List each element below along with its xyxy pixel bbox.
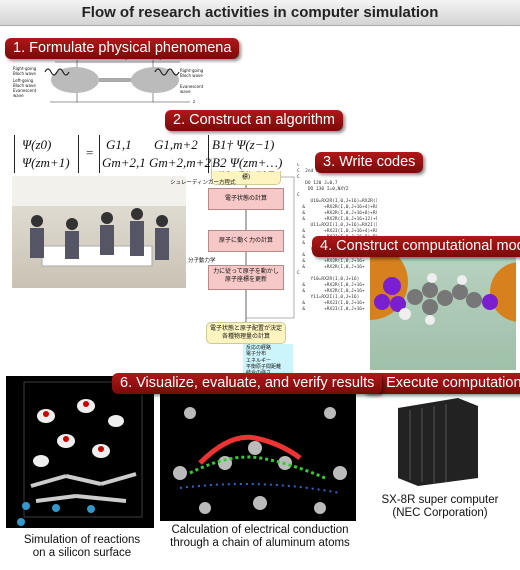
eq-g1m2: G1,m+2 (154, 137, 198, 152)
eq-lhs-bottom: Ψ(zm+1) (22, 155, 70, 170)
eq-g11: G1,1 (106, 137, 132, 152)
axis-z: z (193, 99, 196, 104)
right-label-2: Evanescent wave (180, 84, 204, 94)
conduction-illustration (173, 407, 347, 514)
molecular-model-image (370, 252, 516, 370)
silicon-caption: Simulation of reactions on a silicon sur… (23, 534, 141, 559)
flow-schrodinger: シュレーディンガー方程式 (170, 180, 236, 186)
equation: Ψ(z0) Ψ(zm+1) = G1,1 G1,m+2 Gm+2,1 Gm+2,… (14, 135, 304, 175)
supercomputer-illustration (398, 398, 478, 486)
algorithm-flowchart: 初期値の入力 (原子の種類、原子座標) シュレーディンガー方程式 電子状態の計算… (170, 150, 296, 378)
right-label-1: Right-going Bloch wave (180, 68, 204, 78)
step-6-label: 6. Visualize, evaluate, and verify resul… (112, 373, 383, 394)
eq-gm2m2: Gm+2,m+2 (149, 155, 211, 170)
left-label-3: Evanescent wave (13, 88, 37, 98)
step-1-label: 1. Formulate physical phenomena (5, 38, 240, 59)
flow-final: 電子状態と原子配置が決定 各種物理量の計算 (206, 322, 286, 344)
flow-move: 力に従って原子を動かし 原子座標を更新 (208, 265, 284, 290)
code-line: & +RX2I(I,0,J+16+ (297, 307, 365, 312)
step-2-label: 2. Construct an algorithm (165, 110, 343, 131)
supercomputer-caption: SX-8R super computer (NEC Corporation) (381, 494, 499, 519)
left-label-2: Left-going Bloch wave (13, 78, 36, 88)
physics-diagram: Left bulk Transition region Right bulk R… (5, 55, 205, 108)
flow-md: 分子動力学 (188, 258, 216, 264)
eq-gm21: Gm+2,1 (102, 155, 146, 170)
eq-lhs-top: Ψ(z0) (22, 137, 52, 152)
eq-rhs-top: B1† Ψ(z−1) (212, 137, 277, 153)
left-label-1: Right-going Bloch wave (13, 66, 37, 76)
flow-electronic: 電子状態の計算 (208, 188, 284, 210)
silicon-illustration (17, 381, 143, 526)
conduction-caption: Calculation of electrical conduction thr… (170, 524, 350, 549)
page-title: Flow of research activities in computer … (0, 0, 520, 26)
eq-rhs-bottom: B2 Ψ(zm+…) (212, 155, 285, 171)
flow-force: 原子に働く力の計算 (208, 230, 284, 252)
people-illustration (12, 176, 186, 267)
step-3-label: 3. Write codes (315, 152, 424, 173)
step-4-label: 4. Construct computational model (312, 236, 520, 257)
step-5-label: 5. Execute computation (362, 373, 520, 394)
silicon-surface-image (6, 376, 154, 528)
equals: = (86, 145, 94, 160)
conduction-image (160, 393, 356, 521)
supercomputer-image (398, 398, 478, 486)
molecule-illustration (370, 252, 516, 325)
research-meeting-photo (12, 176, 186, 288)
